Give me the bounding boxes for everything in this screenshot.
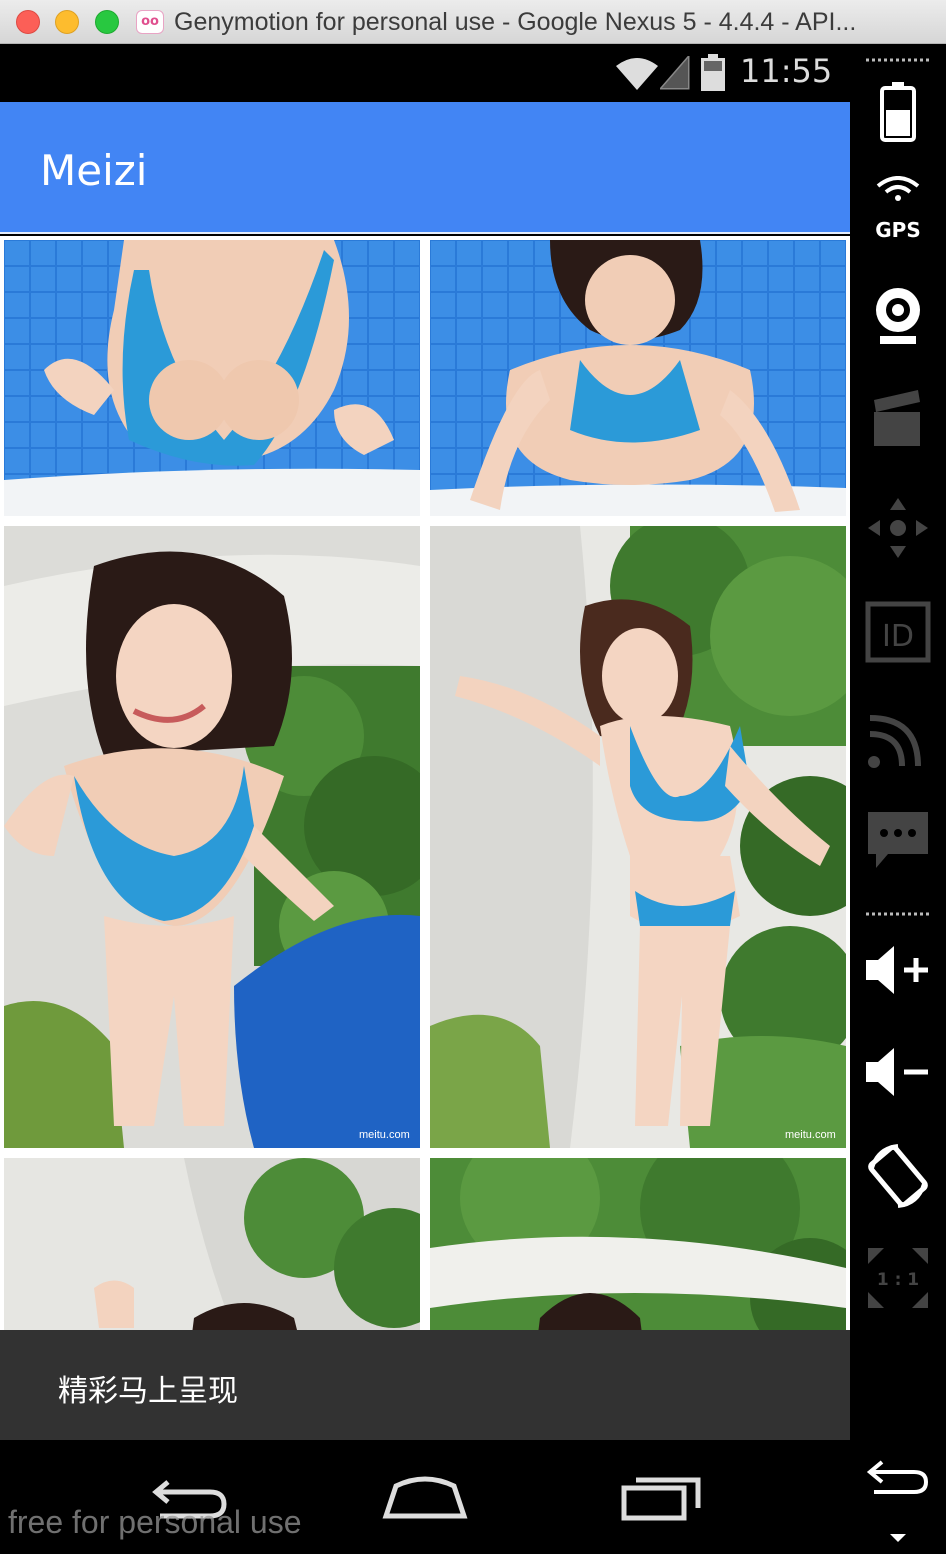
nav-home-icon[interactable]: [380, 1468, 470, 1528]
app-toolbar: Meizi: [0, 102, 850, 234]
gps-icon[interactable]: [864, 176, 932, 216]
photo-watermark: meitu.com: [359, 1129, 410, 1141]
photo-grid[interactable]: meitu.com meitu.com: [0, 236, 850, 1330]
photo-card[interactable]: [4, 240, 420, 516]
minimize-window-button[interactable]: [55, 10, 79, 34]
grip-dots-icon: [866, 58, 930, 62]
window-title-bar: oo Genymotion for personal use - Google …: [0, 0, 946, 44]
nav-recents-icon[interactable]: [620, 1468, 706, 1528]
signal-icon: [660, 56, 690, 90]
close-window-button[interactable]: [16, 10, 40, 34]
pixel-perfect-label: 1 : 1: [877, 1270, 919, 1290]
photo-card[interactable]: meitu.com: [4, 526, 420, 1148]
wifi-icon: [616, 58, 658, 90]
genymotion-logo-icon: oo: [136, 10, 164, 34]
webcam-icon[interactable]: [864, 282, 932, 350]
clapper-icon[interactable]: [864, 384, 932, 452]
status-clock: 11:55: [740, 52, 833, 90]
volume-down-icon[interactable]: [864, 1038, 932, 1106]
menu-down-icon[interactable]: [864, 1528, 932, 1548]
photo-card[interactable]: [430, 1158, 846, 1330]
battery-status-icon: [701, 54, 725, 91]
genymotion-toolbar: GPS ID 1: 1: [850, 44, 946, 1554]
snackbar-message: 精彩马上呈现: [58, 1374, 238, 1409]
dpad-icon[interactable]: [864, 494, 932, 562]
rotate-icon[interactable]: [864, 1142, 932, 1210]
zoom-window-button[interactable]: [95, 10, 119, 34]
photo-watermark: meitu.com: [785, 1129, 836, 1141]
status-bar: 11:55: [0, 44, 850, 102]
photo-card[interactable]: [430, 240, 846, 516]
gps-label: GPS: [875, 218, 921, 242]
pixel-perfect-icon[interactable]: 1 : 1: [864, 1244, 932, 1312]
snackbar: 精彩马上呈现: [0, 1330, 850, 1440]
device-id-label: ID: [882, 619, 914, 654]
device-screen: 11:55 Meizi meitu.com meitu.com 精彩马上呈现 f…: [0, 44, 850, 1554]
volume-up-icon[interactable]: [864, 936, 932, 1004]
photo-card[interactable]: [4, 1158, 420, 1330]
window-title: Genymotion for personal use - Google Nex…: [174, 8, 857, 36]
personal-use-watermark: free for personal use: [8, 1504, 302, 1540]
battery-icon[interactable]: [864, 76, 932, 144]
grip-dots-icon: [866, 912, 930, 916]
device-id-icon[interactable]: ID: [864, 598, 932, 666]
back-icon[interactable]: [864, 1444, 932, 1512]
app-title: Meizi: [40, 146, 148, 195]
cast-icon[interactable]: [864, 704, 932, 772]
sms-icon[interactable]: [864, 806, 932, 874]
photo-card[interactable]: meitu.com: [430, 526, 846, 1148]
